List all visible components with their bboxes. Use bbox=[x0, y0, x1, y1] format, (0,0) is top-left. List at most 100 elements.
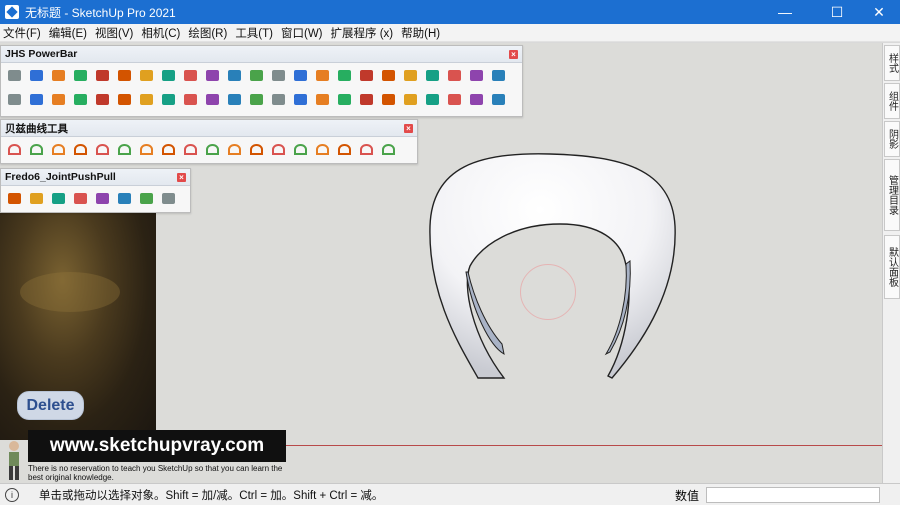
menu-draw[interactable]: 绘图(R) bbox=[185, 25, 232, 41]
powerbar-tool-icon[interactable] bbox=[267, 88, 289, 110]
powerbar-tool-icon[interactable] bbox=[267, 64, 289, 86]
powerbar-tool-icon[interactable] bbox=[135, 64, 157, 86]
bezier-tool-icon[interactable] bbox=[289, 138, 311, 160]
tray-tab-manage-catalog[interactable]: 管理目录 bbox=[884, 159, 900, 231]
person-icon bbox=[9, 441, 19, 480]
powerbar-tool-icon[interactable] bbox=[113, 88, 135, 110]
powerbar-tool-icon[interactable] bbox=[443, 64, 465, 86]
menu-help[interactable]: 帮助(H) bbox=[398, 25, 445, 41]
powerbar-tool-icon[interactable] bbox=[443, 88, 465, 110]
powerbar-tool-icon[interactable] bbox=[465, 64, 487, 86]
powerbar-tool-icon[interactable] bbox=[223, 88, 245, 110]
powerbar-tool-icon[interactable] bbox=[3, 64, 25, 86]
powerbar-tool-icon[interactable] bbox=[487, 64, 509, 86]
powerbar-tool-icon[interactable] bbox=[201, 64, 223, 86]
bezier-tool-icon[interactable] bbox=[267, 138, 289, 160]
toolbar-close-icon[interactable]: × bbox=[509, 49, 518, 59]
powerbar-tool-icon[interactable] bbox=[3, 88, 25, 110]
powerbar-tool-icon[interactable] bbox=[69, 64, 91, 86]
help-info-icon[interactable]: i bbox=[5, 487, 19, 502]
bezier-tool-icon[interactable] bbox=[333, 138, 355, 160]
pushpull-tool-icon[interactable] bbox=[69, 187, 91, 209]
toolbar-title: JHS PowerBar bbox=[5, 48, 78, 60]
bezier-tool-icon[interactable] bbox=[355, 138, 377, 160]
powerbar-tool-icon[interactable] bbox=[289, 64, 311, 86]
powerbar-tool-icon[interactable] bbox=[377, 88, 399, 110]
bezier-tool-icon[interactable] bbox=[113, 138, 135, 160]
bezier-tool-icon[interactable] bbox=[135, 138, 157, 160]
measurements-input[interactable] bbox=[706, 487, 880, 503]
toolbar-close-icon[interactable]: × bbox=[404, 123, 413, 133]
pushpull-tool-icon[interactable] bbox=[135, 187, 157, 209]
menu-file[interactable]: 文件(F) bbox=[0, 25, 46, 41]
powerbar-tool-icon[interactable] bbox=[377, 64, 399, 86]
pushpull-tool-icon[interactable] bbox=[3, 187, 25, 209]
powerbar-tool-icon[interactable] bbox=[157, 88, 179, 110]
maximize-button[interactable]: ☐ bbox=[814, 0, 860, 24]
powerbar-tool-icon[interactable] bbox=[355, 88, 377, 110]
tray-tab-default-panel[interactable]: 默认面板 bbox=[884, 235, 900, 299]
watermark-site: www.sketchupvray.com bbox=[28, 430, 286, 462]
tray-tab-shadows[interactable]: 阴影 bbox=[884, 121, 900, 157]
powerbar-tool-icon[interactable] bbox=[399, 88, 421, 110]
bezier-tool-icon[interactable] bbox=[69, 138, 91, 160]
powerbar-tool-icon[interactable] bbox=[47, 88, 69, 110]
powerbar-tool-icon[interactable] bbox=[91, 64, 113, 86]
toolbar-close-icon[interactable]: × bbox=[177, 172, 186, 182]
powerbar-tool-icon[interactable] bbox=[245, 88, 267, 110]
powerbar-tool-icon[interactable] bbox=[47, 64, 69, 86]
bezier-tool-icon[interactable] bbox=[25, 138, 47, 160]
powerbar-tool-icon[interactable] bbox=[157, 64, 179, 86]
menu-edit[interactable]: 编辑(E) bbox=[46, 25, 92, 41]
bezier-tool-icon[interactable] bbox=[311, 138, 333, 160]
bezier-tool-icon[interactable] bbox=[91, 138, 113, 160]
bezier-tool-icon[interactable] bbox=[201, 138, 223, 160]
bezier-tool-icon[interactable] bbox=[157, 138, 179, 160]
bezier-tool-icon[interactable] bbox=[179, 138, 201, 160]
powerbar-tool-icon[interactable] bbox=[135, 88, 157, 110]
toolbar-row bbox=[1, 87, 522, 111]
bezier-tool-icon[interactable] bbox=[3, 138, 25, 160]
powerbar-tool-icon[interactable] bbox=[355, 64, 377, 86]
bezier-tool-icon[interactable] bbox=[223, 138, 245, 160]
powerbar-tool-icon[interactable] bbox=[179, 64, 201, 86]
powerbar-tool-icon[interactable] bbox=[25, 88, 47, 110]
powerbar-tool-icon[interactable] bbox=[113, 64, 135, 86]
powerbar-tool-icon[interactable] bbox=[421, 64, 443, 86]
menu-extensions[interactable]: 扩展程序 (x) bbox=[328, 25, 399, 41]
powerbar-tool-icon[interactable] bbox=[91, 88, 113, 110]
bezier-curve-toolbar: 贝兹曲线工具 × bbox=[0, 119, 418, 164]
menu-window[interactable]: 窗口(W) bbox=[278, 25, 328, 41]
pushpull-tool-icon[interactable] bbox=[25, 187, 47, 209]
powerbar-tool-icon[interactable] bbox=[69, 88, 91, 110]
window-title: 无标题 - SketchUp Pro 2021 bbox=[25, 5, 176, 20]
pushpull-tool-icon[interactable] bbox=[91, 187, 113, 209]
powerbar-tool-icon[interactable] bbox=[465, 88, 487, 110]
powerbar-tool-icon[interactable] bbox=[201, 88, 223, 110]
powerbar-tool-icon[interactable] bbox=[487, 88, 509, 110]
powerbar-tool-icon[interactable] bbox=[25, 64, 47, 86]
powerbar-tool-icon[interactable] bbox=[333, 64, 355, 86]
powerbar-tool-icon[interactable] bbox=[333, 88, 355, 110]
powerbar-tool-icon[interactable] bbox=[399, 64, 421, 86]
powerbar-tool-icon[interactable] bbox=[311, 88, 333, 110]
menu-tools[interactable]: 工具(T) bbox=[232, 25, 278, 41]
bezier-tool-icon[interactable] bbox=[377, 138, 399, 160]
menu-camera[interactable]: 相机(C) bbox=[138, 25, 185, 41]
bezier-tool-icon[interactable] bbox=[47, 138, 69, 160]
powerbar-tool-icon[interactable] bbox=[289, 88, 311, 110]
pushpull-tool-icon[interactable] bbox=[113, 187, 135, 209]
powerbar-tool-icon[interactable] bbox=[421, 88, 443, 110]
tray-tab-styles[interactable]: 样式 bbox=[884, 45, 900, 81]
pushpull-tool-icon[interactable] bbox=[157, 187, 179, 209]
tray-tab-components[interactable]: 组件 bbox=[884, 83, 900, 119]
powerbar-tool-icon[interactable] bbox=[223, 64, 245, 86]
minimize-button[interactable]: — bbox=[762, 0, 808, 24]
pushpull-tool-icon[interactable] bbox=[47, 187, 69, 209]
powerbar-tool-icon[interactable] bbox=[179, 88, 201, 110]
powerbar-tool-icon[interactable] bbox=[311, 64, 333, 86]
powerbar-tool-icon[interactable] bbox=[245, 64, 267, 86]
close-button[interactable]: ✕ bbox=[856, 0, 900, 24]
menu-view[interactable]: 视图(V) bbox=[92, 25, 138, 41]
bezier-tool-icon[interactable] bbox=[245, 138, 267, 160]
